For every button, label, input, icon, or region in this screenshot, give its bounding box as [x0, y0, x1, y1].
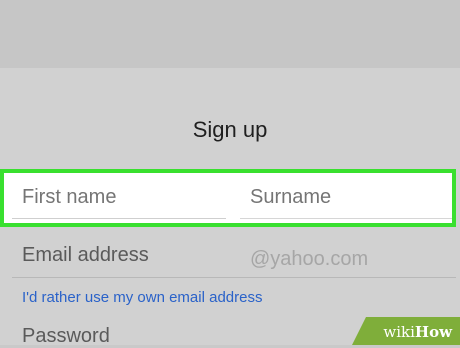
email-address-field[interactable]: Email address — [22, 244, 149, 267]
wikihow-logo-prefix: wiki — [383, 323, 415, 341]
wikihow-logo-suffix: How — [415, 323, 452, 341]
surname-input[interactable] — [250, 186, 440, 209]
first-name-underline — [12, 218, 226, 219]
email-domain-suffix: @yahoo.com — [250, 248, 368, 271]
page-title: Sign up — [0, 117, 460, 143]
own-email-link[interactable]: I'd rather use my own email address — [22, 289, 262, 306]
first-name-input[interactable] — [22, 186, 222, 209]
top-band — [0, 0, 460, 68]
surname-underline — [240, 218, 452, 219]
wikihow-logo: wikiHow — [383, 323, 452, 341]
email-underline — [12, 277, 456, 278]
